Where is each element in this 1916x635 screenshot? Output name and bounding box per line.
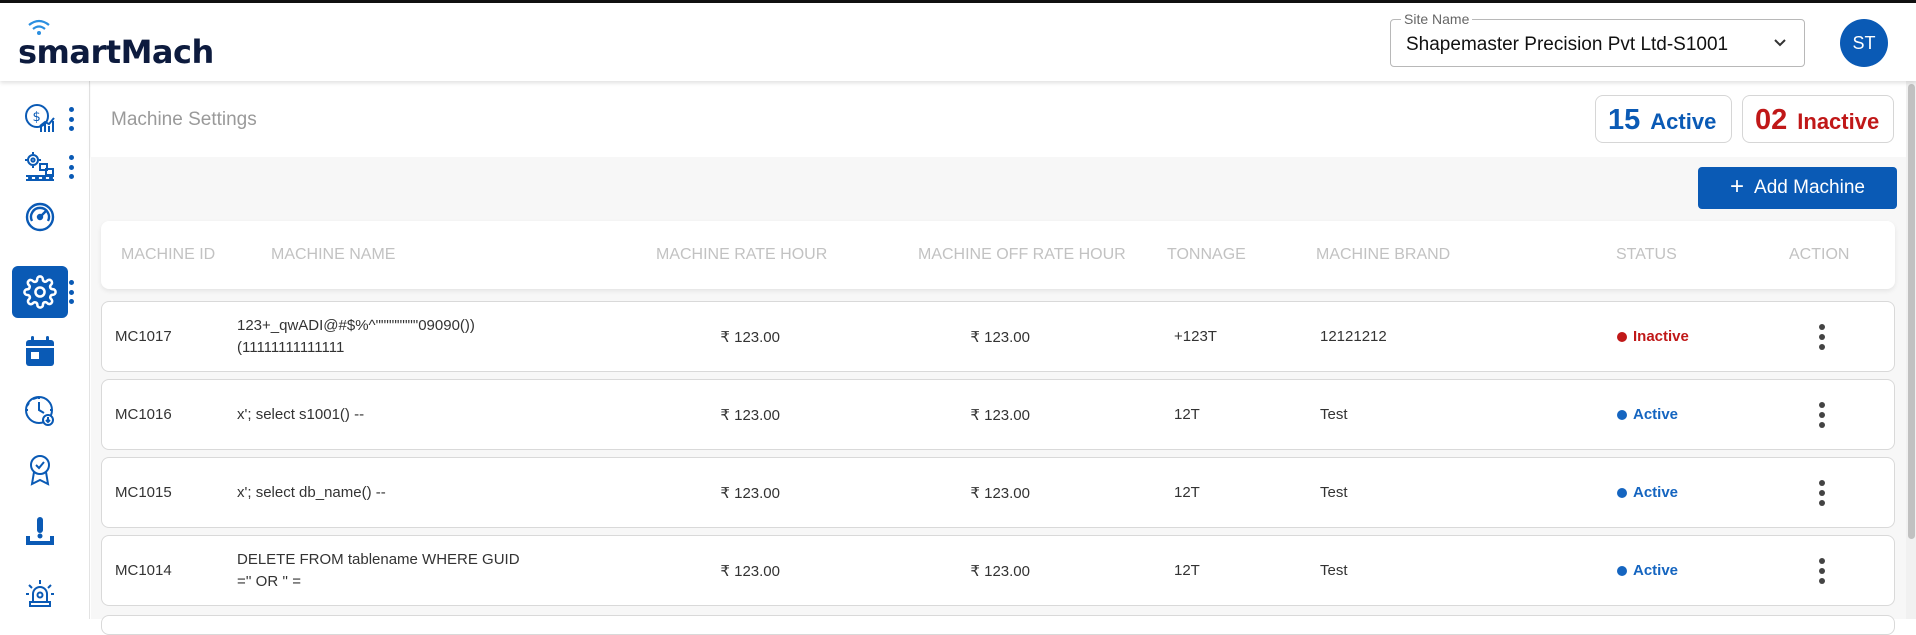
status-badge: Active — [1617, 406, 1678, 423]
plus-icon: + — [1730, 172, 1745, 200]
row-actions-menu-button[interactable] — [1817, 480, 1827, 506]
site-name-label: Site Name — [1401, 11, 1473, 27]
page-header: Machine Settings 15 Active 02 Inactive — [91, 81, 1906, 157]
site-name-select[interactable]: Site Name Shapemaster Precision Pvt Ltd-… — [1390, 11, 1805, 67]
header-status[interactable]: STATUS — [1616, 246, 1677, 264]
sidebar-item-settings[interactable] — [12, 266, 68, 318]
sidebar-item-dashboard[interactable] — [12, 191, 68, 243]
cell-rate-hour: ₹ 123.00 — [720, 563, 780, 580]
status-label: Inactive — [1633, 328, 1689, 345]
cell-machine-id: MC1014 — [115, 562, 172, 579]
cell-machine-id: MC1016 — [115, 406, 172, 423]
page-scrollbar-thumb[interactable] — [1908, 84, 1915, 539]
sidebar-item-tools[interactable] — [12, 505, 68, 557]
cell-rate-hour: ₹ 123.00 — [720, 329, 780, 346]
sidebar-item-quality[interactable] — [12, 444, 68, 496]
app-header: smartMach Site Name Shapemaster Precisio… — [0, 3, 1916, 81]
table-row-partial[interactable] — [101, 615, 1895, 635]
header-machine-rate-hour[interactable]: MACHINE RATE HOUR — [656, 246, 827, 264]
cell-machine-name: x'; select s1001() -- — [237, 406, 365, 423]
cell-machine-brand: Test — [1320, 562, 1348, 579]
cell-machine-id: MC1017 — [115, 328, 172, 345]
status-dot-icon — [1617, 409, 1627, 420]
cell-off-rate-hour: ₹ 123.00 — [970, 407, 1030, 424]
status-badge: Inactive — [1617, 328, 1689, 345]
award-badge-icon — [30, 455, 50, 486]
tool-probe-icon — [26, 517, 54, 545]
active-count-label: Active — [1650, 109, 1717, 134]
header-action: ACTION — [1789, 246, 1850, 263]
header-tonnage[interactable]: TONNAGE — [1167, 246, 1246, 264]
cell-tonnage: +123T — [1174, 328, 1217, 345]
table-row[interactable]: MC1016 x'; select s1001() -- ₹ 123.00 ₹ … — [101, 379, 1895, 450]
sidebar-item-alarms[interactable] — [12, 567, 68, 619]
status-badge: Active — [1617, 562, 1678, 579]
active-count-card[interactable]: 15 Active — [1595, 95, 1732, 143]
add-machine-button[interactable]: + Add Machine — [1698, 167, 1897, 209]
add-machine-label: Add Machine — [1754, 177, 1865, 198]
page-title: Machine Settings — [111, 109, 257, 130]
sidebar-item-schedule[interactable] — [12, 385, 68, 437]
cell-machine-name: DELETE FROM tablename WHERE GUID ='' OR … — [237, 551, 520, 590]
cell-off-rate-hour: ₹ 123.00 — [970, 485, 1030, 502]
sidebar-menu-toggle-cost[interactable] — [66, 107, 76, 131]
cell-machine-id: MC1015 — [115, 484, 172, 501]
cell-rate-hour: ₹ 123.00 — [720, 485, 780, 502]
status-dot-icon — [1617, 487, 1627, 498]
logo-wordmark: smartMach — [18, 33, 214, 71]
status-label: Active — [1633, 406, 1679, 423]
site-name-value: Shapemaster Precision Pvt Ltd-S1001 — [1406, 34, 1729, 55]
inactive-count: 02 — [1755, 104, 1788, 136]
calendar-icon — [26, 336, 54, 366]
cell-tonnage: 12T — [1174, 406, 1200, 423]
smartmach-logo[interactable]: smartMach — [18, 17, 214, 71]
status-label: Active — [1633, 562, 1679, 579]
row-actions-menu-button[interactable] — [1817, 324, 1827, 350]
cell-machine-name: x'; select db_name() -- — [237, 484, 386, 501]
table-row[interactable]: MC1015 x'; select db_name() -- ₹ 123.00 … — [101, 457, 1895, 528]
row-actions-menu-button[interactable] — [1817, 558, 1827, 584]
svg-text:$: $ — [33, 110, 41, 125]
sidebar: $ — [0, 81, 90, 619]
status-dot-icon — [1617, 565, 1627, 576]
sidebar-item-calendar[interactable] — [12, 325, 68, 377]
cell-machine-brand: Test — [1320, 484, 1348, 501]
alarm-light-icon — [26, 580, 54, 607]
table-row[interactable]: MC1017 123+_qwADI@#$%^""""""""09090())(1… — [101, 301, 1895, 372]
cell-off-rate-hour: ₹ 123.00 — [970, 329, 1030, 346]
sidebar-menu-toggle-machines[interactable] — [66, 155, 76, 179]
header-machine-id[interactable]: MACHINE ID — [121, 246, 215, 264]
settings-gear-icon — [23, 275, 57, 309]
header-machine-name[interactable]: MACHINE NAME — [271, 246, 395, 264]
table-header: MACHINE ID MACHINE NAME MACHINE RATE HOU… — [101, 221, 1895, 289]
cell-machine-brand: Test — [1320, 406, 1348, 423]
status-dot-icon — [1617, 331, 1627, 342]
inactive-count-label: Inactive — [1797, 109, 1880, 134]
header-machine-brand[interactable]: MACHINE BRAND — [1316, 246, 1450, 264]
gauge-icon — [25, 202, 55, 232]
header-machine-off-rate-hour[interactable]: MACHINE OFF RATE HOUR — [918, 246, 1126, 264]
sidebar-item-machines[interactable] — [12, 141, 68, 193]
active-count: 15 — [1608, 104, 1641, 136]
sidebar-menu-toggle-settings[interactable] — [66, 280, 76, 304]
cell-machine-name: 123+_qwADI@#$%^""""""""09090())(11111111… — [237, 317, 475, 356]
row-actions-menu-button[interactable] — [1817, 402, 1827, 428]
sidebar-item-cost-analytics[interactable]: $ — [12, 93, 68, 145]
status-badge: Active — [1617, 484, 1678, 501]
cell-tonnage: 12T — [1174, 484, 1200, 501]
chevron-down-icon — [1774, 39, 1786, 47]
cost-analytics-icon: $ — [25, 104, 55, 132]
user-avatar[interactable]: ST — [1840, 19, 1888, 67]
status-label: Active — [1633, 484, 1679, 501]
cell-tonnage: 12T — [1174, 562, 1200, 579]
machine-conveyor-icon — [25, 152, 54, 181]
cell-rate-hour: ₹ 123.00 — [720, 407, 780, 424]
cell-machine-brand: 12121212 — [1320, 328, 1387, 345]
main-content: + Add Machine MACHINE ID MACHINE NAME MA… — [91, 157, 1906, 635]
table-row[interactable]: MC1014 DELETE FROM tablename WHERE GUID … — [101, 535, 1895, 606]
clock-download-icon — [25, 396, 54, 426]
inactive-count-card[interactable]: 02 Inactive — [1742, 95, 1894, 143]
cell-off-rate-hour: ₹ 123.00 — [970, 563, 1030, 580]
